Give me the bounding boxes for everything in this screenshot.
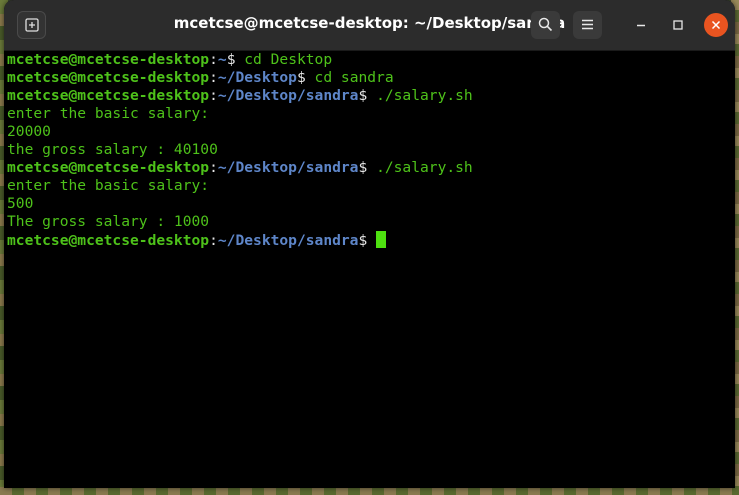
maximize-button[interactable]	[666, 13, 690, 37]
search-button[interactable]	[531, 11, 560, 39]
command-text: ./salary.sh	[367, 87, 473, 104]
output-line: 20000	[7, 123, 51, 140]
command-text: ./salary.sh	[367, 159, 473, 176]
prompt-user: mcetcse@mcetcse-desktop	[7, 232, 210, 249]
prompt-user: mcetcse@mcetcse-desktop	[7, 87, 210, 104]
terminal-output[interactable]: mcetcse@mcetcse-desktop:~$ cd Desktop mc…	[7, 51, 732, 488]
output-line: enter the basic salary:	[7, 177, 210, 194]
text-cursor	[376, 231, 387, 248]
output-line: The gross salary : 1000	[7, 213, 210, 230]
terminal-line: mcetcse@mcetcse-desktop:~/Desktop/sandra…	[7, 159, 473, 176]
title-bar[interactable]: mcetcse@mcetcse-desktop: ~/Desktop/sandr…	[4, 0, 735, 51]
menu-button[interactable]	[573, 11, 602, 39]
output-line: enter the basic salary:	[7, 105, 210, 122]
desktop-wallpaper-bottom	[0, 487, 739, 495]
terminal-line: mcetcse@mcetcse-desktop:~/Desktop/sandra…	[7, 87, 473, 104]
minimize-button[interactable]	[629, 13, 653, 37]
output-line: 500	[7, 195, 34, 212]
window-title: mcetcse@mcetcse-desktop: ~/Desktop/sandr…	[173, 14, 566, 32]
prompt-path: ~/Desktop/sandra	[217, 159, 359, 176]
prompt-user: mcetcse@mcetcse-desktop	[7, 69, 210, 86]
prompt-path: ~	[217, 51, 227, 68]
terminal-line: mcetcse@mcetcse-desktop:~/Desktop$ cd sa…	[7, 69, 394, 86]
prompt-path: ~/Desktop/sandra	[217, 232, 359, 249]
output-line: the gross salary : 40100	[7, 141, 218, 158]
command-text: cd sandra	[305, 69, 394, 86]
terminal-line: mcetcse@mcetcse-desktop:~$ cd Desktop	[7, 51, 333, 68]
terminal-line: mcetcse@mcetcse-desktop:~/Desktop/sandra…	[7, 231, 732, 249]
command-text: cd Desktop	[235, 51, 333, 68]
terminal-window: mcetcse@mcetcse-desktop: ~/Desktop/sandr…	[4, 0, 735, 488]
prompt-path: ~/Desktop	[217, 69, 297, 86]
close-button[interactable]	[704, 13, 728, 37]
prompt-path: ~/Desktop/sandra	[217, 87, 359, 104]
prompt-user: mcetcse@mcetcse-desktop	[7, 159, 210, 176]
prompt-user: mcetcse@mcetcse-desktop	[7, 51, 210, 68]
